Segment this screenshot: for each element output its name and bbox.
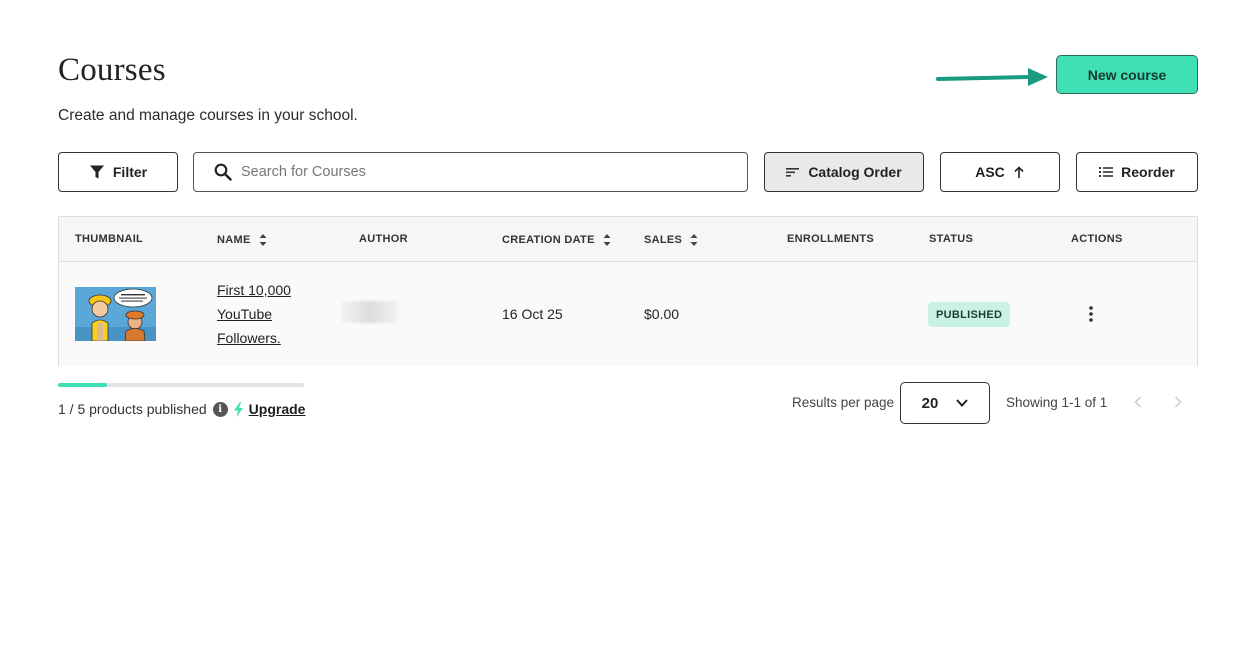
author-avatar-blurred xyxy=(341,301,399,323)
filter-label: Filter xyxy=(112,164,148,180)
col-name[interactable]: NAME xyxy=(217,233,267,247)
lightning-icon xyxy=(233,401,243,417)
reorder-label: Reorder xyxy=(1121,164,1175,180)
sales-cell: $0.00 xyxy=(644,306,680,322)
col-thumbnail: THUMBNAIL xyxy=(75,233,144,245)
creation-date-cell: 16 Oct 25 xyxy=(502,306,563,322)
annotation-arrow-icon xyxy=(936,68,1048,86)
course-name-link[interactable]: First 10,000 YouTube Followers. xyxy=(217,278,307,350)
filter-button[interactable]: Filter xyxy=(58,152,178,192)
info-icon[interactable]: i xyxy=(212,401,228,417)
products-progress-bar xyxy=(58,383,304,387)
chevron-right-icon xyxy=(1174,396,1182,408)
col-creation-date[interactable]: CREATION DATE xyxy=(502,233,611,247)
more-vertical-icon xyxy=(1089,306,1093,322)
filter-icon xyxy=(89,165,104,179)
sort-icon[interactable] xyxy=(603,233,611,247)
pagination-summary: Showing 1-1 of 1 xyxy=(1006,395,1108,410)
products-published-info: 1 / 5 products published i Upgrade xyxy=(58,401,305,417)
course-thumbnail[interactable] xyxy=(75,287,156,341)
courses-table: THUMBNAIL NAME AUTHOR CREATION DATE SALE… xyxy=(58,216,1198,366)
chevron-left-icon xyxy=(1134,396,1142,408)
table-header: THUMBNAIL NAME AUTHOR CREATION DATE SALE… xyxy=(59,217,1197,262)
col-enrollments: ENROLLMENTS xyxy=(787,233,875,245)
new-course-label: New course xyxy=(1087,66,1167,83)
search-icon xyxy=(214,163,232,181)
asc-label: ASC xyxy=(975,164,1005,180)
status-badge: PUBLISHED xyxy=(928,302,1011,327)
sort-icon[interactable] xyxy=(690,233,698,247)
col-status: STATUS xyxy=(929,233,974,245)
list-icon xyxy=(1099,167,1114,177)
upgrade-link[interactable]: Upgrade xyxy=(249,401,306,417)
row-actions-button[interactable] xyxy=(1079,300,1103,328)
results-per-page-value: 20 xyxy=(921,394,939,412)
page-title: Courses xyxy=(58,52,166,88)
col-author: AUTHOR xyxy=(359,233,408,245)
col-sales[interactable]: SALES xyxy=(644,233,698,247)
sort-lines-icon xyxy=(786,168,800,177)
products-published-text: 1 / 5 products published xyxy=(58,401,207,417)
search-field[interactable] xyxy=(193,152,748,192)
products-progress-fill xyxy=(58,383,108,387)
table-row[interactable]: First 10,000 YouTube Followers. 16 Oct 2… xyxy=(59,262,1197,366)
sort-icon[interactable] xyxy=(259,233,267,247)
sort-direction-button[interactable]: ASC xyxy=(940,152,1060,192)
results-per-page-label: Results per page xyxy=(792,395,895,410)
search-input[interactable] xyxy=(241,164,721,180)
next-page-button[interactable] xyxy=(1168,392,1188,412)
reorder-button[interactable]: Reorder xyxy=(1076,152,1198,192)
new-course-button[interactable]: New course xyxy=(1056,55,1198,94)
previous-page-button[interactable] xyxy=(1128,392,1148,412)
catalog-order-label: Catalog Order xyxy=(808,164,902,180)
col-actions: ACTIONS xyxy=(1071,233,1123,245)
chevron-down-icon xyxy=(956,399,969,407)
results-per-page-select[interactable]: 20 xyxy=(900,382,990,424)
catalog-order-button[interactable]: Catalog Order xyxy=(764,152,924,192)
arrow-up-icon xyxy=(1014,165,1024,178)
page-subtitle: Create and manage courses in your school… xyxy=(58,107,358,124)
